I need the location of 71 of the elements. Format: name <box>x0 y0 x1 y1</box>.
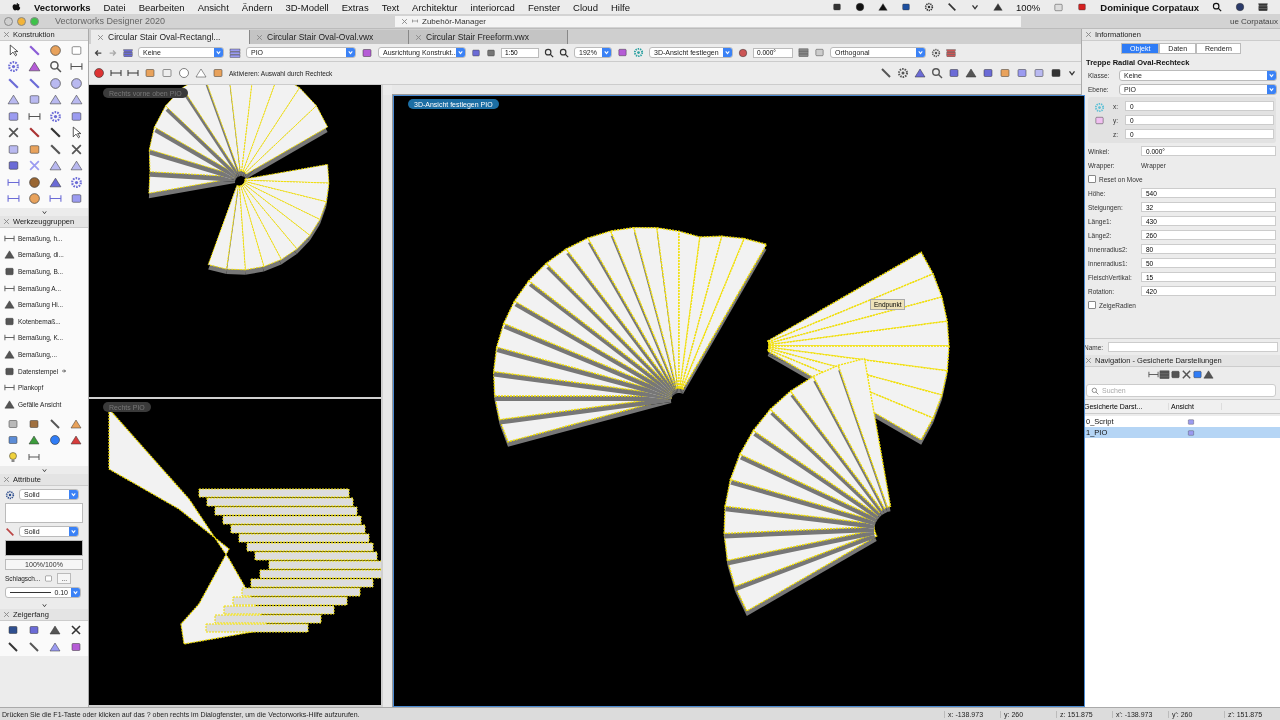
chevron-down-icon <box>70 491 77 499</box>
avatar-icon[interactable] <box>1235 2 1245 12</box>
line-icon[interactable] <box>6 76 20 90</box>
cross-icon[interactable] <box>6 126 20 140</box>
menu-item[interactable]: Hilfe <box>610 1 630 13</box>
collapse-icon[interactable] <box>40 208 48 216</box>
circle-icon[interactable] <box>48 76 62 90</box>
close-icon[interactable] <box>3 31 10 38</box>
background-user-name: ue Corpataux <box>1229 16 1278 26</box>
search-icon <box>1091 386 1099 395</box>
close-icon[interactable] <box>3 218 10 225</box>
pen-color-swatch[interactable] <box>5 540 83 557</box>
user-name[interactable]: Dominique Corpataux <box>1100 1 1199 13</box>
menu-item[interactable]: Text <box>381 1 400 13</box>
app-menu[interactable]: Vectorworks <box>34 1 91 13</box>
light-bulb-icon[interactable] <box>7 450 19 463</box>
menu-item[interactable]: Fenster <box>527 1 561 13</box>
zoom-fit-icon[interactable] <box>544 47 554 58</box>
chevron-down-icon <box>917 49 924 56</box>
menu-item[interactable]: Bearbeiten <box>138 1 185 13</box>
close-icon[interactable] <box>1085 31 1092 38</box>
document-tab[interactable]: Circular Stair Freeform.vwx <box>409 30 568 44</box>
checkbox[interactable] <box>1088 175 1096 183</box>
chevron-down-icon <box>724 49 731 56</box>
layers-icon[interactable] <box>229 46 241 59</box>
settings-icon[interactable] <box>897 67 909 79</box>
menu-item[interactable]: Datei <box>103 1 126 13</box>
chevron-down-icon <box>72 589 79 597</box>
document-tab[interactable]: Circular Stair Oval-Oval.vwx <box>250 30 409 44</box>
search-icon[interactable] <box>1212 2 1222 12</box>
close-icon[interactable] <box>3 611 10 619</box>
rectangle-icon[interactable] <box>27 93 41 107</box>
chevron-down-icon <box>70 528 77 536</box>
checkbox[interactable] <box>1088 301 1096 309</box>
submenu-caret-icon <box>61 368 68 375</box>
collapse-icon[interactable] <box>40 466 48 474</box>
chevron-down-icon <box>603 49 610 56</box>
oval-icon[interactable] <box>69 76 83 90</box>
menu-item[interactable]: Cloud <box>573 1 598 13</box>
apple-logo-icon[interactable] <box>12 2 21 12</box>
close-icon[interactable] <box>401 17 408 25</box>
magnifier-icon[interactable] <box>931 67 943 79</box>
battery-icon[interactable] <box>1053 1 1065 13</box>
chevron-down-icon <box>347 49 354 56</box>
fill-color-swatch[interactable] <box>5 503 83 524</box>
menu-item[interactable]: Ändern <box>241 1 273 13</box>
menu-item[interactable]: Extras <box>341 1 369 13</box>
magnifier-icon[interactable] <box>559 47 569 58</box>
close-icon[interactable] <box>1085 357 1092 364</box>
chevron-down-icon <box>215 49 222 56</box>
chevron-down-icon <box>457 49 464 56</box>
battery-percentage: 100% <box>1016 1 1041 13</box>
magnifier-icon[interactable] <box>48 60 62 74</box>
name-field[interactable] <box>1108 342 1278 352</box>
chevron-down-icon[interactable] <box>1067 68 1077 78</box>
polygon-icon[interactable] <box>48 93 62 107</box>
window-title: Vectorworks Designer 2020 <box>55 16 167 26</box>
collapse-icon[interactable] <box>40 601 48 609</box>
rectangle-select-icon[interactable] <box>161 67 173 79</box>
menu-icon[interactable] <box>1258 2 1268 12</box>
panel-title: Zubehör-Manager <box>422 16 487 26</box>
menu-item[interactable]: Architektur <box>412 1 458 13</box>
layers-icon[interactable] <box>1159 369 1170 380</box>
document-tab[interactable]: Circular Stair Oval-Rectangl... <box>91 30 250 44</box>
close-icon[interactable] <box>3 476 10 484</box>
close-icon[interactable] <box>97 33 104 41</box>
menu-item[interactable]: Ansicht <box>197 1 229 13</box>
line-icon[interactable] <box>27 126 41 140</box>
back-icon[interactable] <box>93 47 103 58</box>
menu-item[interactable]: interiorcad <box>470 1 515 13</box>
menu-item[interactable]: 3D-Modell <box>285 1 329 13</box>
